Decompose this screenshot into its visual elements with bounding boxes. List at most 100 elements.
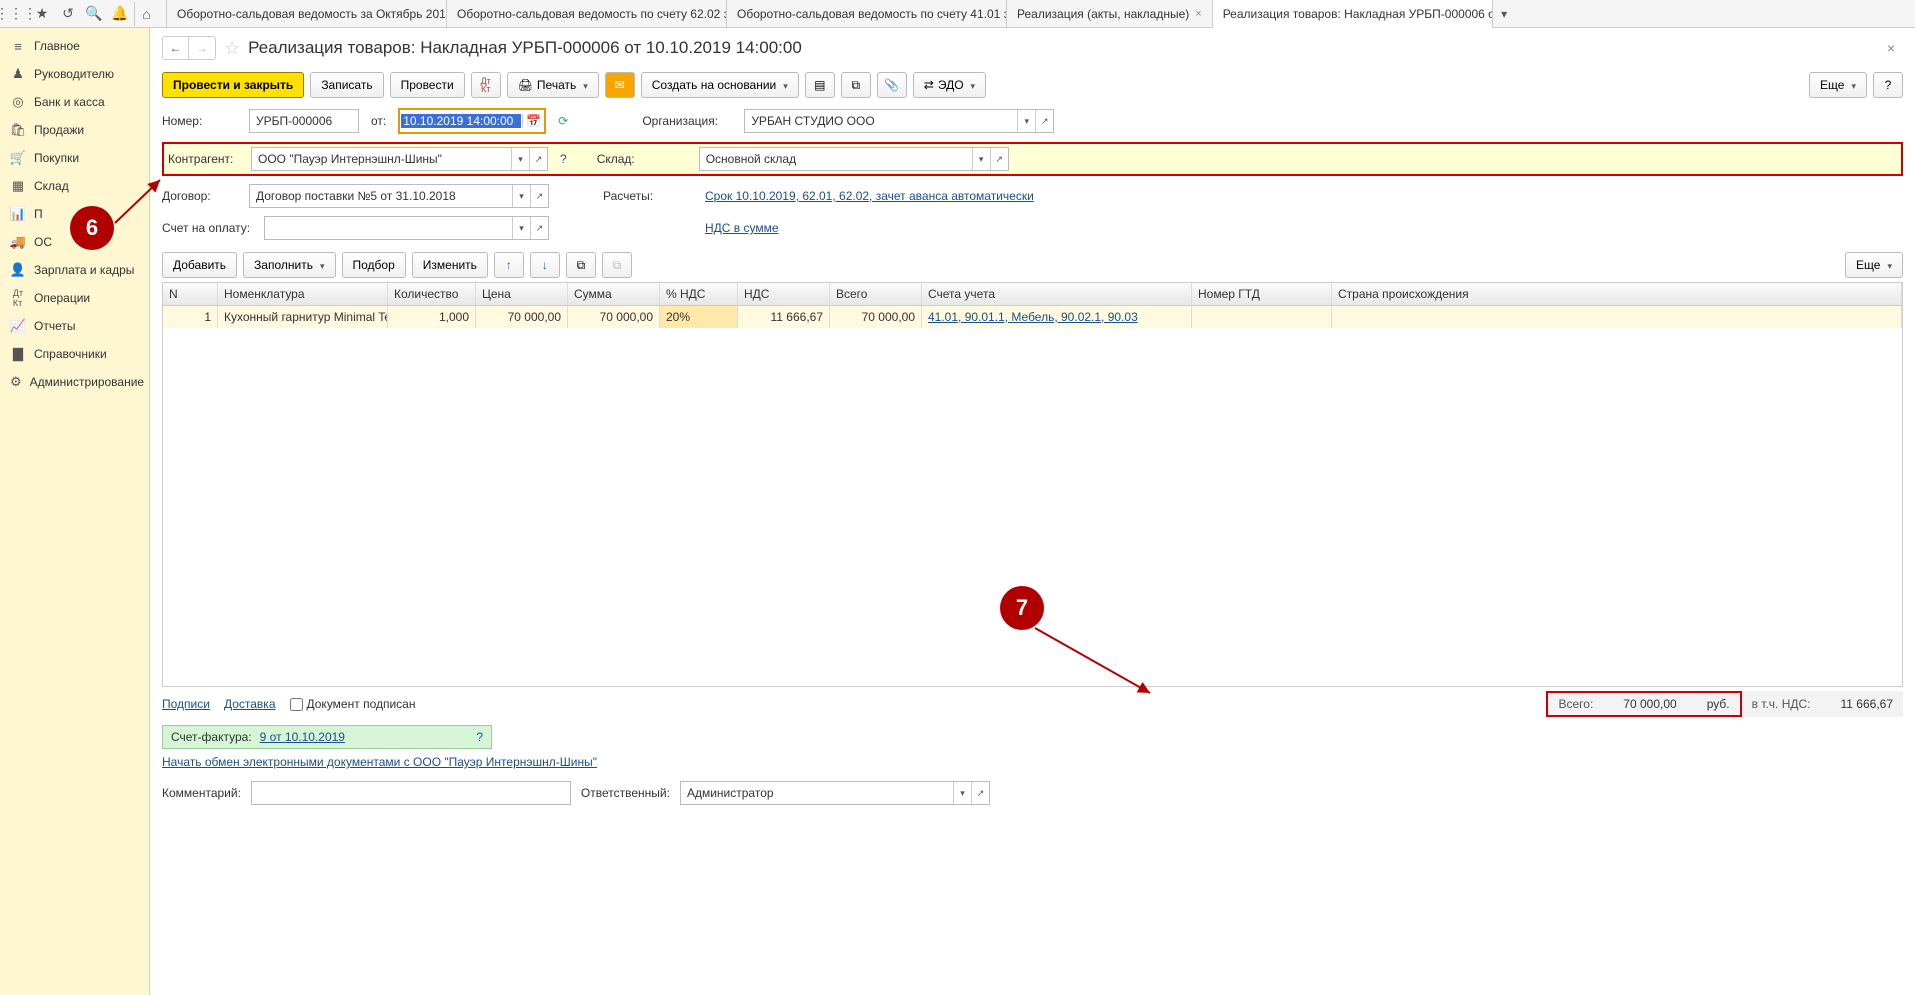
post-button[interactable]: Провести (390, 72, 465, 98)
chevron-down-icon[interactable]: ▾ (972, 148, 990, 170)
resp-field[interactable]: Администратор▾↗ (680, 781, 990, 805)
tab-overflow-icon[interactable]: ▾ (1492, 0, 1516, 28)
warehouse-icon: ▦ (10, 178, 26, 194)
dt-kt-icon[interactable]: ДтКт (471, 72, 501, 98)
sidebar-item-warehouse[interactable]: ▦Склад (0, 172, 149, 200)
col-country[interactable]: Страна происхождения (1332, 283, 1902, 305)
col-ndsp[interactable]: % НДС (660, 283, 738, 305)
bell-icon[interactable]: 🔔 (108, 2, 132, 26)
sidebar-item-bank[interactable]: ◎Банк и касса (0, 88, 149, 116)
help-icon[interactable]: ? (560, 152, 567, 166)
contract-field[interactable]: Договор поставки №5 от 31.10.2018▾↗ (249, 184, 549, 208)
delivery-link[interactable]: Доставка (224, 697, 276, 711)
edo-button[interactable]: ⇄ЭДО (913, 72, 986, 98)
copy-row-icon[interactable]: ⧉ (566, 252, 596, 278)
doc-signed-checkbox[interactable]: Документ подписан (290, 697, 416, 711)
close-button[interactable]: × (1879, 40, 1903, 56)
col-nds[interactable]: НДС (738, 283, 830, 305)
search-icon[interactable]: 🔍 (82, 2, 106, 26)
move-up-icon[interactable]: ↑ (494, 252, 524, 278)
history-icon[interactable]: ↺ (56, 2, 80, 26)
comment-field[interactable] (251, 781, 571, 805)
open-icon[interactable]: ↗ (1035, 110, 1053, 132)
sidebar-item-purchases[interactable]: 🛒Покупки (0, 144, 149, 172)
org-field[interactable]: УРБАН СТУДИО ООО▾↗ (744, 109, 1054, 133)
date-field[interactable]: 10.10.2019 14:00:00 📅 (398, 108, 546, 134)
chevron-down-icon[interactable]: ▾ (511, 148, 529, 170)
col-gtd[interactable]: Номер ГТД (1192, 283, 1332, 305)
open-icon[interactable]: ↗ (530, 185, 548, 207)
sidebar-item-refs[interactable]: ▇Справочники (0, 340, 149, 368)
col-acct[interactable]: Счета учета (922, 283, 1192, 305)
help-button[interactable]: ? (1873, 72, 1903, 98)
open-icon[interactable]: ↗ (530, 217, 548, 239)
paste-row-icon[interactable]: ⧉ (602, 252, 632, 278)
col-total[interactable]: Всего (830, 283, 922, 305)
warehouse-field[interactable]: Основной склад▾↗ (699, 147, 1009, 171)
add-button[interactable]: Добавить (162, 252, 237, 278)
chevron-down-icon[interactable]: ▾ (512, 217, 530, 239)
number-field[interactable]: УРБП-000006 (249, 109, 359, 133)
create-based-button[interactable]: Создать на основании (641, 72, 799, 98)
home-icon[interactable]: ⌂ (134, 2, 158, 26)
col-qty[interactable]: Количество (388, 283, 476, 305)
sidebar-item-sales[interactable]: 🛍Продажи (0, 116, 149, 144)
col-sum[interactable]: Сумма (568, 283, 660, 305)
email-icon[interactable]: ✉ (605, 72, 635, 98)
back-button[interactable]: ← (163, 37, 189, 59)
col-n[interactable]: N (163, 283, 218, 305)
tab-1[interactable]: Оборотно-сальдовая ведомость по счету 62… (446, 0, 726, 28)
open-icon[interactable]: ↗ (971, 782, 989, 804)
comment-label: Комментарий: (162, 786, 241, 800)
refresh-icon[interactable]: ⟳ (558, 114, 568, 128)
forward-button[interactable]: → (189, 37, 215, 59)
sign-link[interactable]: Подписи (162, 697, 210, 711)
select-button[interactable]: Подбор (342, 252, 406, 278)
star-icon[interactable]: ★ (30, 2, 54, 26)
sidebar-item-admin[interactable]: ⚙Администрирование (0, 368, 149, 396)
write-button[interactable]: Записать (310, 72, 383, 98)
tab-2[interactable]: Оборотно-сальдовая ведомость по счету 41… (726, 0, 1006, 28)
contragent-field[interactable]: ООО "Пауэр Интернэшнл-Шины"▾↗ (251, 147, 548, 171)
fill-button[interactable]: Заполнить (243, 252, 335, 278)
open-icon[interactable]: ↗ (529, 148, 547, 170)
cart-icon: 🛒 (10, 150, 26, 166)
tab-3[interactable]: Реализация (акты, накладные)× (1006, 0, 1212, 28)
chevron-down-icon[interactable]: ▾ (1017, 110, 1035, 132)
col-price[interactable]: Цена (476, 283, 568, 305)
acct-link[interactable]: 41.01, 90.01.1, Мебель, 90.02.1, 90.03 (928, 310, 1138, 324)
sidebar-item-reports[interactable]: 📈Отчеты (0, 312, 149, 340)
sidebar-item-manager[interactable]: ♟Руководителю (0, 60, 149, 88)
print-button[interactable]: 🖨Печать (507, 72, 599, 98)
copy-icon[interactable]: ⧉ (841, 72, 871, 98)
sf-help-icon[interactable]: ? (476, 730, 483, 744)
table-row[interactable]: 1 Кухонный гарнитур Minimal Tec... 1,000… (163, 306, 1902, 328)
move-down-icon[interactable]: ↓ (530, 252, 560, 278)
chevron-down-icon[interactable]: ▾ (953, 782, 971, 804)
edit-button[interactable]: Изменить (412, 252, 488, 278)
tab-0[interactable]: Оборотно-сальдовая ведомость за Октябрь … (166, 0, 446, 28)
book-icon: ▇ (10, 346, 26, 362)
sidebar-item-hr[interactable]: 👤Зарплата и кадры (0, 256, 149, 284)
table-toolbar: Добавить Заполнить Подбор Изменить ↑ ↓ ⧉… (150, 248, 1915, 282)
more-button[interactable]: Еще (1809, 72, 1867, 98)
attach-icon[interactable]: 📎 (877, 72, 907, 98)
col-nom[interactable]: Номенклатура (218, 283, 388, 305)
favorite-icon[interactable]: ☆ (224, 38, 240, 59)
nds-link[interactable]: НДС в сумме (705, 221, 779, 235)
calendar-icon[interactable]: 📅 (522, 114, 544, 128)
tab-4[interactable]: Реализация товаров: Накладная УРБП-00000… (1212, 0, 1492, 28)
calc-link[interactable]: Срок 10.10.2019, 62.01, 62.02, зачет ава… (705, 189, 1034, 203)
edo-start-link[interactable]: Начать обмен электронными документами с … (162, 755, 597, 769)
invoice-field[interactable]: ▾↗ (264, 216, 549, 240)
open-icon[interactable]: ↗ (990, 148, 1008, 170)
post-close-button[interactable]: Провести и закрыть (162, 72, 304, 98)
apps-icon[interactable]: ⋮⋮⋮ (4, 2, 28, 26)
sidebar-item-operations[interactable]: ДтКтОперации (0, 284, 149, 312)
table-more-button[interactable]: Еще (1845, 252, 1903, 278)
sidebar-item-main[interactable]: ≡Главное (0, 32, 149, 60)
list-icon[interactable]: ▤ (805, 72, 835, 98)
sf-link[interactable]: 9 от 10.10.2019 (260, 730, 345, 744)
close-icon[interactable]: × (1195, 8, 1201, 20)
chevron-down-icon[interactable]: ▾ (512, 185, 530, 207)
